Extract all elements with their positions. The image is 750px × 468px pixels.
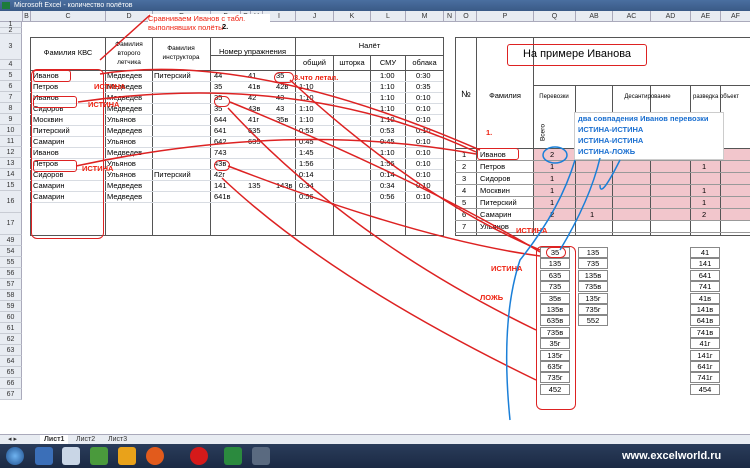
explorer-icon[interactable] <box>35 447 53 465</box>
arrow-blue-2 <box>599 159 621 190</box>
ellipse-blue-1 <box>542 146 568 164</box>
arrow-blue-3 <box>505 159 576 421</box>
arrow-red-6 <box>289 79 541 251</box>
vlc-icon[interactable] <box>118 447 136 465</box>
watermark: www.excelworld.ru <box>622 450 722 462</box>
arrow-red-2 <box>77 92 477 153</box>
arrow-red-8 <box>221 177 537 381</box>
app-icon[interactable] <box>90 447 108 465</box>
sheet-tabs: ◂ ▸ Лист1 Лист2 Лист3 <box>0 434 750 445</box>
folder-icon[interactable] <box>62 447 80 465</box>
arrow-red-4 <box>229 101 541 253</box>
opera-icon[interactable] <box>190 447 208 465</box>
window-icon[interactable] <box>252 447 270 465</box>
annotation-arrows <box>75 14 621 421</box>
arrow-red-9 <box>99 14 151 61</box>
firefox-icon[interactable] <box>146 447 164 465</box>
start-icon[interactable] <box>6 447 24 465</box>
excel-taskbar-icon[interactable] <box>224 447 242 465</box>
arrow-blue-1 <box>559 157 601 251</box>
arrow-red-1 <box>99 68 481 151</box>
arrow-red-3 <box>75 138 477 167</box>
